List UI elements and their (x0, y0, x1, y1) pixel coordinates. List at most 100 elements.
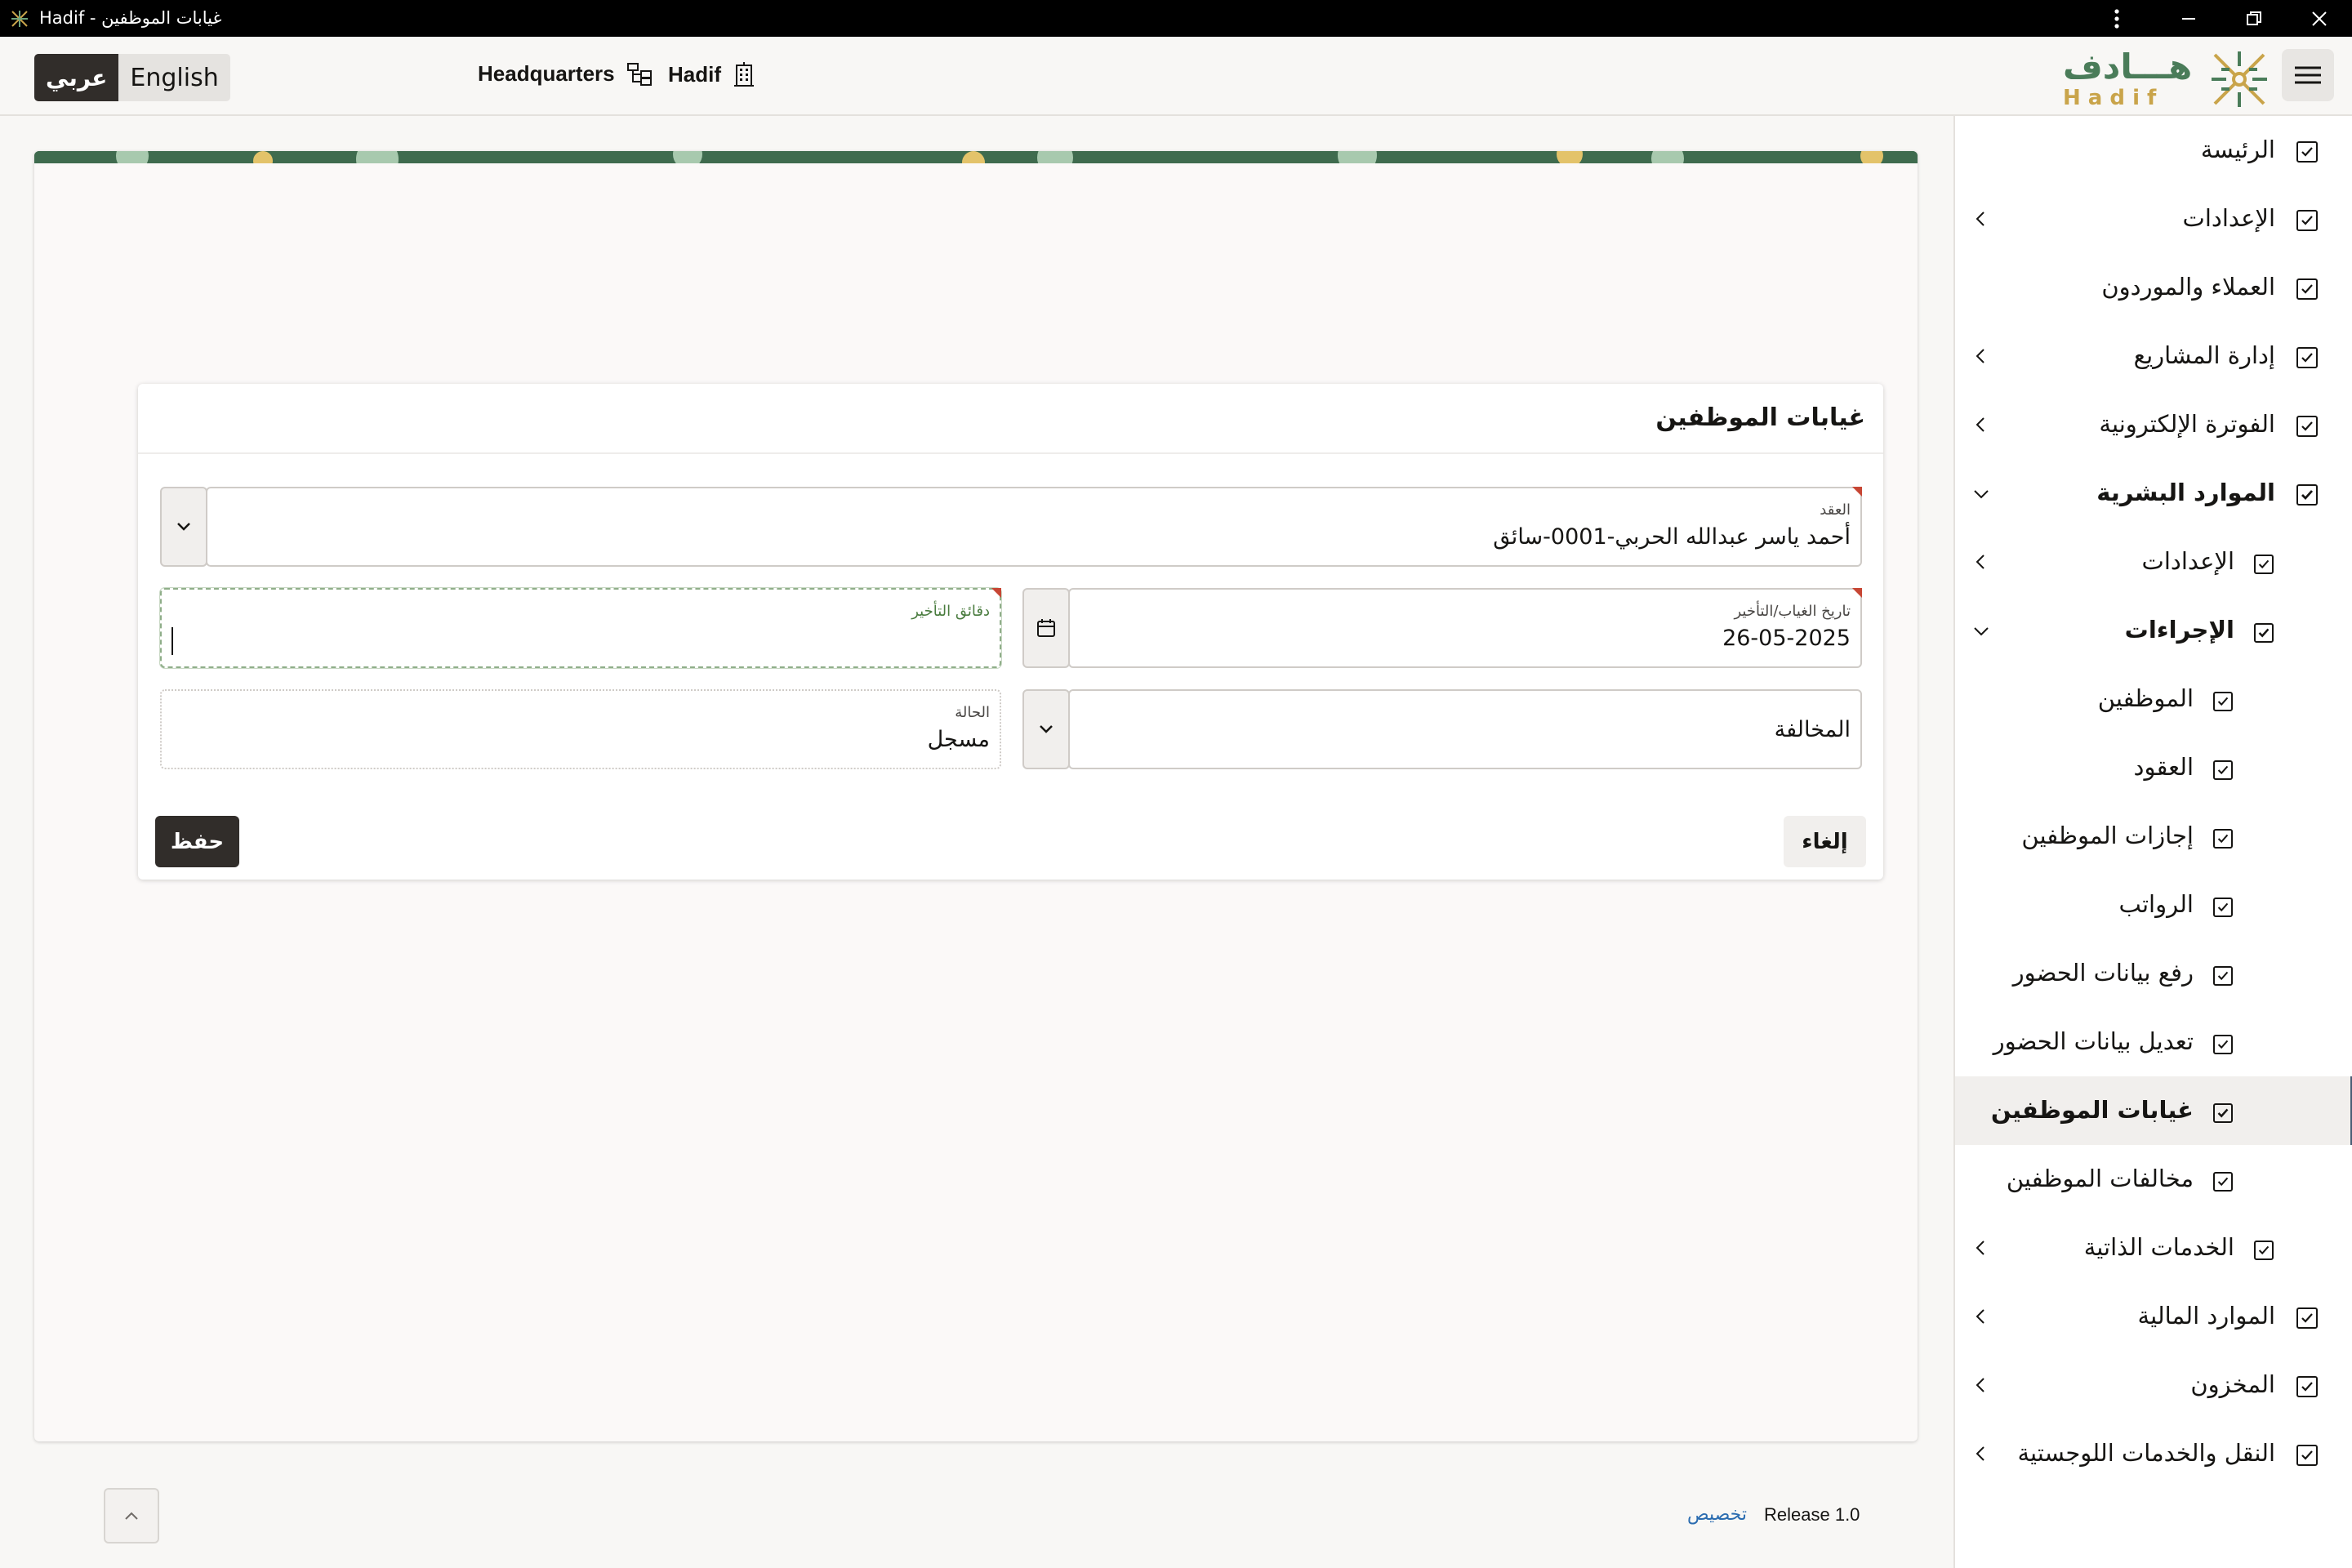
contract-select[interactable]: العقد أحمد ياسر عبدالله الحربي-0001-سائق (206, 487, 1862, 567)
chevron-left-icon (1976, 1378, 1984, 1392)
nav-item-upload-attendance[interactable]: رفع بيانات الحضور (1955, 939, 2352, 1008)
nav-item-customers-suppliers[interactable]: العملاء والموردون (1955, 253, 2352, 322)
nav-item-project-management[interactable]: إدارة المشاريع (1955, 322, 2352, 390)
checkbox-icon (2296, 1445, 2318, 1466)
nav-item-label: الموارد البشرية (2096, 479, 2275, 506)
building-icon (734, 62, 754, 87)
form-title-divider (138, 452, 1883, 454)
nav-item-label: النقل والخدمات اللوجستية (2017, 1439, 2275, 1467)
nav-item-label: غيابات الموظفين (1990, 1096, 2194, 1124)
nav-item-hr-settings[interactable]: الإعدادات (1955, 528, 2352, 596)
checkbox-icon (2254, 555, 2274, 574)
chevron-up-icon (125, 1512, 138, 1520)
arabic-language-button[interactable]: عربي (34, 54, 119, 101)
nav-item-label: الموارد المالية (2137, 1302, 2275, 1330)
company-selector[interactable]: Hadif (668, 61, 755, 87)
nav-item-label: الإجراءات (2124, 616, 2234, 644)
required-marker (1852, 487, 1862, 497)
checkbox-icon (2213, 829, 2233, 849)
nav-item-self-services[interactable]: الخدمات الذاتية (1955, 1214, 2352, 1282)
chevron-left-icon (1976, 212, 1984, 226)
chevron-down-icon (1040, 725, 1053, 733)
nav-item-label: الرواتب (2118, 890, 2194, 918)
employee-absence-form: غيابات الموظفين العقد أحمد ياسر عبدالله … (138, 384, 1883, 880)
sidebar-navigation: الرئيسة الإعدادات العملاء والموردون إدار… (1953, 116, 2352, 1568)
form-title: غيابات الموظفين (1655, 403, 1865, 432)
chevron-left-icon (1976, 417, 1984, 432)
language-switcher: عربي English (34, 54, 230, 101)
org-hierarchy-icon (626, 62, 652, 86)
nav-item-contracts[interactable]: العقود (1955, 733, 2352, 802)
checkbox-icon (2254, 1241, 2274, 1260)
decorative-banner (34, 151, 1918, 163)
company-label: Hadif (668, 61, 721, 87)
chevron-left-icon (1976, 1446, 1984, 1461)
nav-item-financial-resources[interactable]: الموارد المالية (1955, 1282, 2352, 1351)
nav-item-transport-logistics[interactable]: النقل والخدمات اللوجستية (1955, 1419, 2352, 1488)
org-selector[interactable]: Headquarters (478, 61, 653, 87)
chevron-left-icon (1976, 1309, 1984, 1324)
save-button[interactable]: حفظ (155, 816, 239, 867)
checkbox-icon (2296, 210, 2318, 231)
brand-arabic-text: هـــادف (2063, 47, 2193, 87)
nav-item-human-resources[interactable]: الموارد البشرية (1955, 459, 2352, 528)
nav-item-employee-violations[interactable]: مخالفات الموظفين (1955, 1145, 2352, 1214)
nav-item-label: الرئيسة (2200, 136, 2275, 163)
window-menu-button[interactable] (2084, 0, 2149, 37)
status-value: مسجل (927, 727, 990, 752)
brand-latin-text: H a d i f (2063, 86, 2157, 110)
absence-date-value: 26-05-2025 (1722, 626, 1851, 651)
close-button[interactable] (2287, 0, 2352, 37)
nav-item-employees[interactable]: الموظفين (1955, 665, 2352, 733)
menu-toggle-button[interactable] (2282, 49, 2334, 101)
nav-item-procedures[interactable]: الإجراءات (1955, 596, 2352, 665)
checkbox-icon (2296, 1376, 2318, 1397)
nav-item-employee-leaves[interactable]: إجازات الموظفين (1955, 802, 2352, 871)
violation-select[interactable]: المخالفة (1068, 689, 1862, 769)
nav-item-settings[interactable]: الإعدادات (1955, 185, 2352, 253)
calendar-icon (1037, 619, 1055, 637)
nav-item-inventory[interactable]: المخزون (1955, 1351, 2352, 1419)
checkbox-icon (2296, 347, 2318, 368)
cancel-button[interactable]: إلغاء (1784, 816, 1866, 867)
contract-label: العقد (1820, 501, 1851, 519)
checkbox-icon (2213, 1172, 2233, 1192)
chevron-left-icon (1976, 349, 1984, 363)
main-content-panel: غيابات الموظفين العقد أحمد ياسر عبدالله … (34, 151, 1918, 1441)
contract-dropdown-button[interactable] (160, 487, 207, 567)
late-minutes-input[interactable]: دقائق التأخير (160, 588, 1001, 668)
checkbox-icon (2213, 1103, 2233, 1123)
nav-item-home[interactable]: الرئيسة (1955, 116, 2352, 185)
violation-dropdown-button[interactable] (1022, 689, 1070, 769)
checkbox-icon (2296, 484, 2318, 506)
nav-item-label: الفوترة الإلكترونية (2099, 410, 2275, 438)
absence-date-input[interactable]: تاريخ الغياب/التأخير 26-05-2025 (1068, 588, 1862, 668)
customize-link[interactable]: تخصيص (1687, 1504, 1747, 1525)
nav-item-e-invoicing[interactable]: الفوترة الإلكترونية (1955, 390, 2352, 459)
chevron-down-icon (1974, 627, 1989, 636)
contract-value: أحمد ياسر عبدالله الحربي-0001-سائق (1493, 524, 1851, 550)
chevron-left-icon (1976, 555, 1984, 569)
brand-emblem-icon (2212, 51, 2267, 107)
text-cursor (172, 627, 173, 655)
checkbox-icon (2213, 1035, 2233, 1054)
checkbox-icon (2213, 898, 2233, 917)
minimize-button[interactable] (2156, 0, 2221, 37)
chevron-down-icon (177, 523, 190, 531)
window-titlebar: غيابات الموظفين - Hadif (0, 0, 2352, 37)
checkbox-icon (2296, 141, 2318, 163)
restore-button[interactable] (2221, 0, 2287, 37)
nav-item-employee-absences[interactable]: غيابات الموظفين (1955, 1076, 2352, 1145)
scroll-to-top-button[interactable] (104, 1488, 159, 1544)
nav-item-label: العقود (2133, 753, 2194, 781)
english-language-button[interactable]: English (118, 54, 229, 101)
nav-item-label: تعديل بيانات الحضور (1993, 1027, 2194, 1055)
nav-item-edit-attendance[interactable]: تعديل بيانات الحضور (1955, 1008, 2352, 1076)
date-picker-button[interactable] (1022, 588, 1070, 668)
nav-item-label: الإعدادات (2182, 204, 2275, 232)
nav-item-label: إدارة المشاريع (2133, 341, 2275, 369)
checkbox-icon (2296, 1307, 2318, 1329)
required-marker (1852, 588, 1862, 598)
nav-item-salaries[interactable]: الرواتب (1955, 871, 2352, 939)
required-marker (991, 588, 1001, 598)
